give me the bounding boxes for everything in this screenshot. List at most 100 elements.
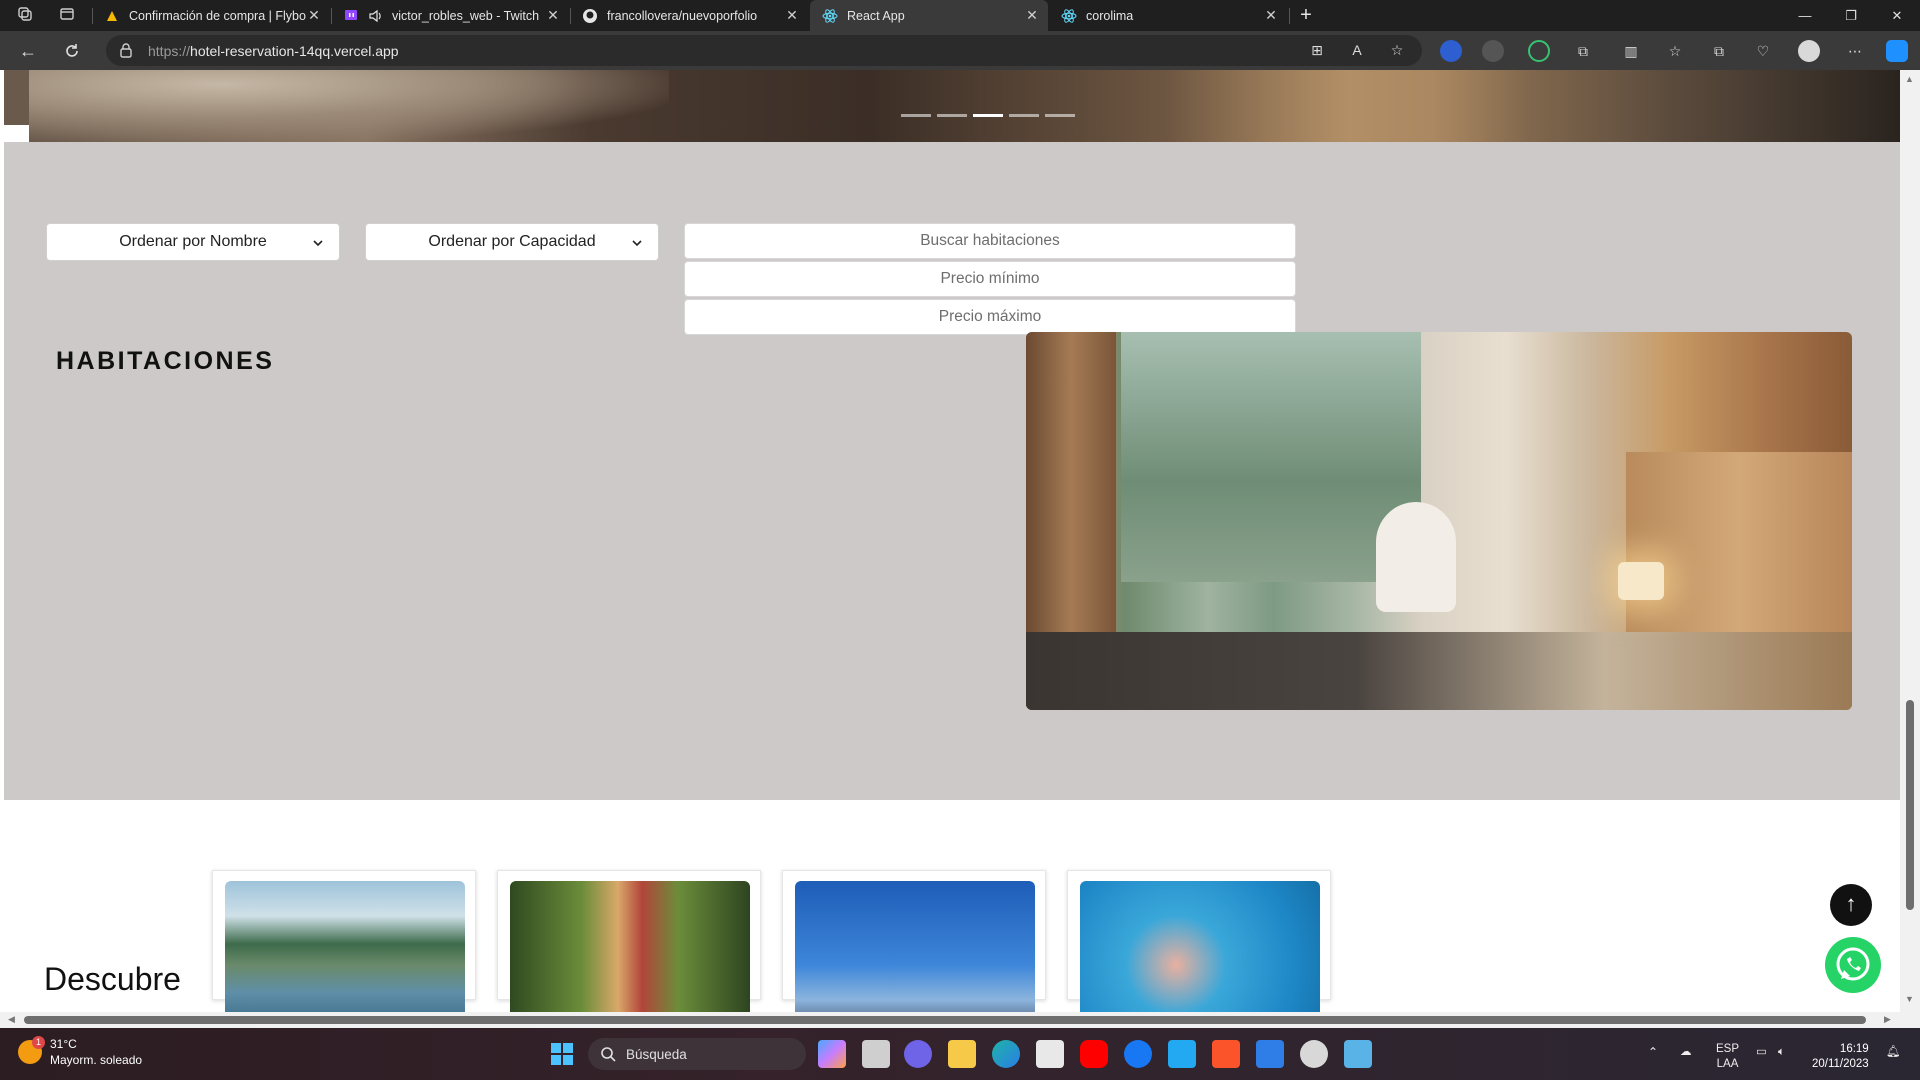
carousel-dot-active[interactable] xyxy=(973,114,1003,117)
youtube-icon[interactable] xyxy=(1080,1040,1108,1068)
store-icon[interactable] xyxy=(1036,1040,1064,1068)
activity-card[interactable] xyxy=(212,870,476,1021)
volume-icon[interactable]: 🔈︎ xyxy=(1778,1045,1785,1060)
activity-card[interactable] xyxy=(497,870,761,1021)
search-label: Búsqueda xyxy=(626,1046,687,1062)
notifications-bell-icon[interactable]: 🔔︎ xyxy=(1886,1045,1901,1060)
activity-card[interactable] xyxy=(1067,870,1331,1021)
windows-taskbar: 1 31°C Mayorm. soleado Búsqueda ⌃ ☁ ESP … xyxy=(0,1028,1920,1080)
close-tab-icon[interactable]: ✕ xyxy=(545,7,561,24)
refresh-button[interactable] xyxy=(60,39,84,63)
file-explorer-icon[interactable] xyxy=(948,1040,976,1068)
tab-flybondi[interactable]: Confirmación de compra | Flybondi ✕ xyxy=(92,0,330,31)
hero-carousel[interactable] xyxy=(29,70,1900,142)
tab-twitch[interactable]: victor_robles_web - Twitch ✕ xyxy=(331,0,569,31)
tab-actions-icon[interactable] xyxy=(58,6,76,24)
tab-title: React App xyxy=(847,8,905,23)
split-screen-icon[interactable]: ▥ xyxy=(1620,40,1642,62)
scrollbar-thumb[interactable] xyxy=(1906,700,1914,910)
close-tab-icon[interactable]: ✕ xyxy=(784,7,800,24)
whatsapp-button[interactable] xyxy=(1825,937,1881,993)
flybondi-icon xyxy=(104,8,120,24)
tab-title: francollovera/nuevoporfolio xyxy=(607,8,758,23)
tab-corolima[interactable]: corolima ✕ xyxy=(1049,0,1287,31)
restore-button[interactable]: ❐ xyxy=(1828,0,1874,31)
vertical-scrollbar[interactable]: ▲ ▼ xyxy=(1900,70,1920,1028)
close-window-button[interactable]: ✕ xyxy=(1874,0,1920,31)
sort-by-capacity-select[interactable]: Ordenar por Capacidad xyxy=(365,223,659,261)
start-button[interactable] xyxy=(548,1040,576,1068)
profile-avatar[interactable] xyxy=(1798,40,1820,62)
close-tab-icon[interactable]: ✕ xyxy=(1024,7,1040,24)
collections-icon[interactable]: ⧉ xyxy=(1708,40,1730,62)
performance-icon[interactable]: ♡ xyxy=(1752,40,1774,62)
tab-react-app[interactable]: React App ✕ xyxy=(810,0,1048,31)
extensions-puzzle-icon[interactable]: ⧉ xyxy=(1572,40,1594,62)
discover-title: Descubre xyxy=(44,961,181,997)
sort-by-name-select[interactable]: Ordenar por Nombre xyxy=(46,223,340,261)
tab-github[interactable]: francollovera/nuevoporfolio ✕ xyxy=(570,0,808,31)
extension-icon[interactable] xyxy=(1528,40,1550,62)
back-button[interactable]: ← xyxy=(16,39,40,63)
chevron-down-icon xyxy=(630,236,644,250)
network-icon[interactable]: ▭ xyxy=(1756,1045,1767,1060)
address-bar: ← https://hotel-reservation-14qq.vercel.… xyxy=(0,31,1920,70)
weather-desc: Mayorm. soleado xyxy=(50,1053,143,1067)
activity-card[interactable] xyxy=(782,870,1046,1021)
vscode-icon[interactable] xyxy=(1168,1040,1196,1068)
room-photo xyxy=(1026,332,1852,710)
carousel-dot[interactable] xyxy=(1045,114,1075,117)
copilot-taskbar-icon[interactable] xyxy=(818,1040,846,1068)
system-clock[interactable]: 16:19 20/11/2023 xyxy=(1812,1042,1869,1072)
app-available-icon[interactable]: ⊞ xyxy=(1306,39,1328,61)
carousel-dot[interactable] xyxy=(901,114,931,117)
onedrive-icon[interactable]: ☁ xyxy=(1680,1045,1692,1060)
minimize-button[interactable]: — xyxy=(1782,0,1828,31)
speaker-icon[interactable] xyxy=(368,8,384,24)
task-view-icon[interactable] xyxy=(862,1040,890,1068)
carousel-dot[interactable] xyxy=(937,114,967,117)
read-aloud-icon[interactable]: A xyxy=(1346,39,1368,61)
url-text: https://hotel-reservation-14qq.vercel.ap… xyxy=(148,43,399,59)
language-indicator[interactable]: ESP LAA xyxy=(1716,1042,1739,1072)
url-field[interactable]: https://hotel-reservation-14qq.vercel.ap… xyxy=(106,35,1422,66)
extension-icon[interactable] xyxy=(1440,40,1462,62)
twitch-icon xyxy=(343,8,359,24)
facebook-icon[interactable] xyxy=(1124,1040,1152,1068)
notepad-icon[interactable] xyxy=(1344,1040,1372,1068)
carousel-dot[interactable] xyxy=(1009,114,1039,117)
carousel-indicators xyxy=(901,114,1075,117)
horizontal-scrollbar[interactable]: ◀ ▶ xyxy=(0,1012,1900,1028)
show-hidden-icons[interactable]: ⌃ xyxy=(1648,1045,1658,1060)
workspaces-icon[interactable] xyxy=(16,6,34,24)
weather-temp: 31°C xyxy=(50,1037,77,1051)
scroll-to-top-button[interactable]: ↑ xyxy=(1830,884,1872,926)
tab-title: victor_robles_web - Twitch xyxy=(392,8,540,23)
teams-chat-icon[interactable] xyxy=(904,1040,932,1068)
yoga-photo xyxy=(795,881,1035,1021)
weather-widget[interactable]: 1 31°C Mayorm. soleado xyxy=(18,1036,142,1068)
taskbar-search[interactable]: Búsqueda xyxy=(588,1038,806,1070)
more-menu-icon[interactable]: ⋯ xyxy=(1844,40,1866,62)
todo-icon[interactable] xyxy=(1256,1040,1284,1068)
favorite-star-icon[interactable]: ☆ xyxy=(1386,39,1408,61)
close-tab-icon[interactable]: ✕ xyxy=(306,7,322,24)
sun-icon: 1 xyxy=(18,1036,45,1064)
close-tab-icon[interactable]: ✕ xyxy=(1263,7,1279,24)
clock-time: 16:19 xyxy=(1839,1043,1869,1055)
edge-icon[interactable] xyxy=(992,1040,1020,1068)
search-rooms-input[interactable] xyxy=(684,223,1296,259)
pool-photo xyxy=(225,881,465,1021)
kids-pool-photo xyxy=(1080,881,1320,1021)
max-price-input[interactable] xyxy=(684,299,1296,335)
copilot-icon[interactable] xyxy=(1886,40,1908,62)
brave-icon[interactable] xyxy=(1212,1040,1240,1068)
extension-icon[interactable] xyxy=(1482,40,1504,62)
new-tab-button[interactable]: + xyxy=(1294,3,1318,27)
clock-app-icon[interactable] xyxy=(1300,1040,1328,1068)
favorites-icon[interactable]: ☆ xyxy=(1664,40,1686,62)
scrollbar-thumb[interactable] xyxy=(24,1016,1866,1024)
min-price-input[interactable] xyxy=(684,261,1296,297)
lock-icon[interactable] xyxy=(118,42,134,58)
tab-title: corolima xyxy=(1086,8,1134,23)
